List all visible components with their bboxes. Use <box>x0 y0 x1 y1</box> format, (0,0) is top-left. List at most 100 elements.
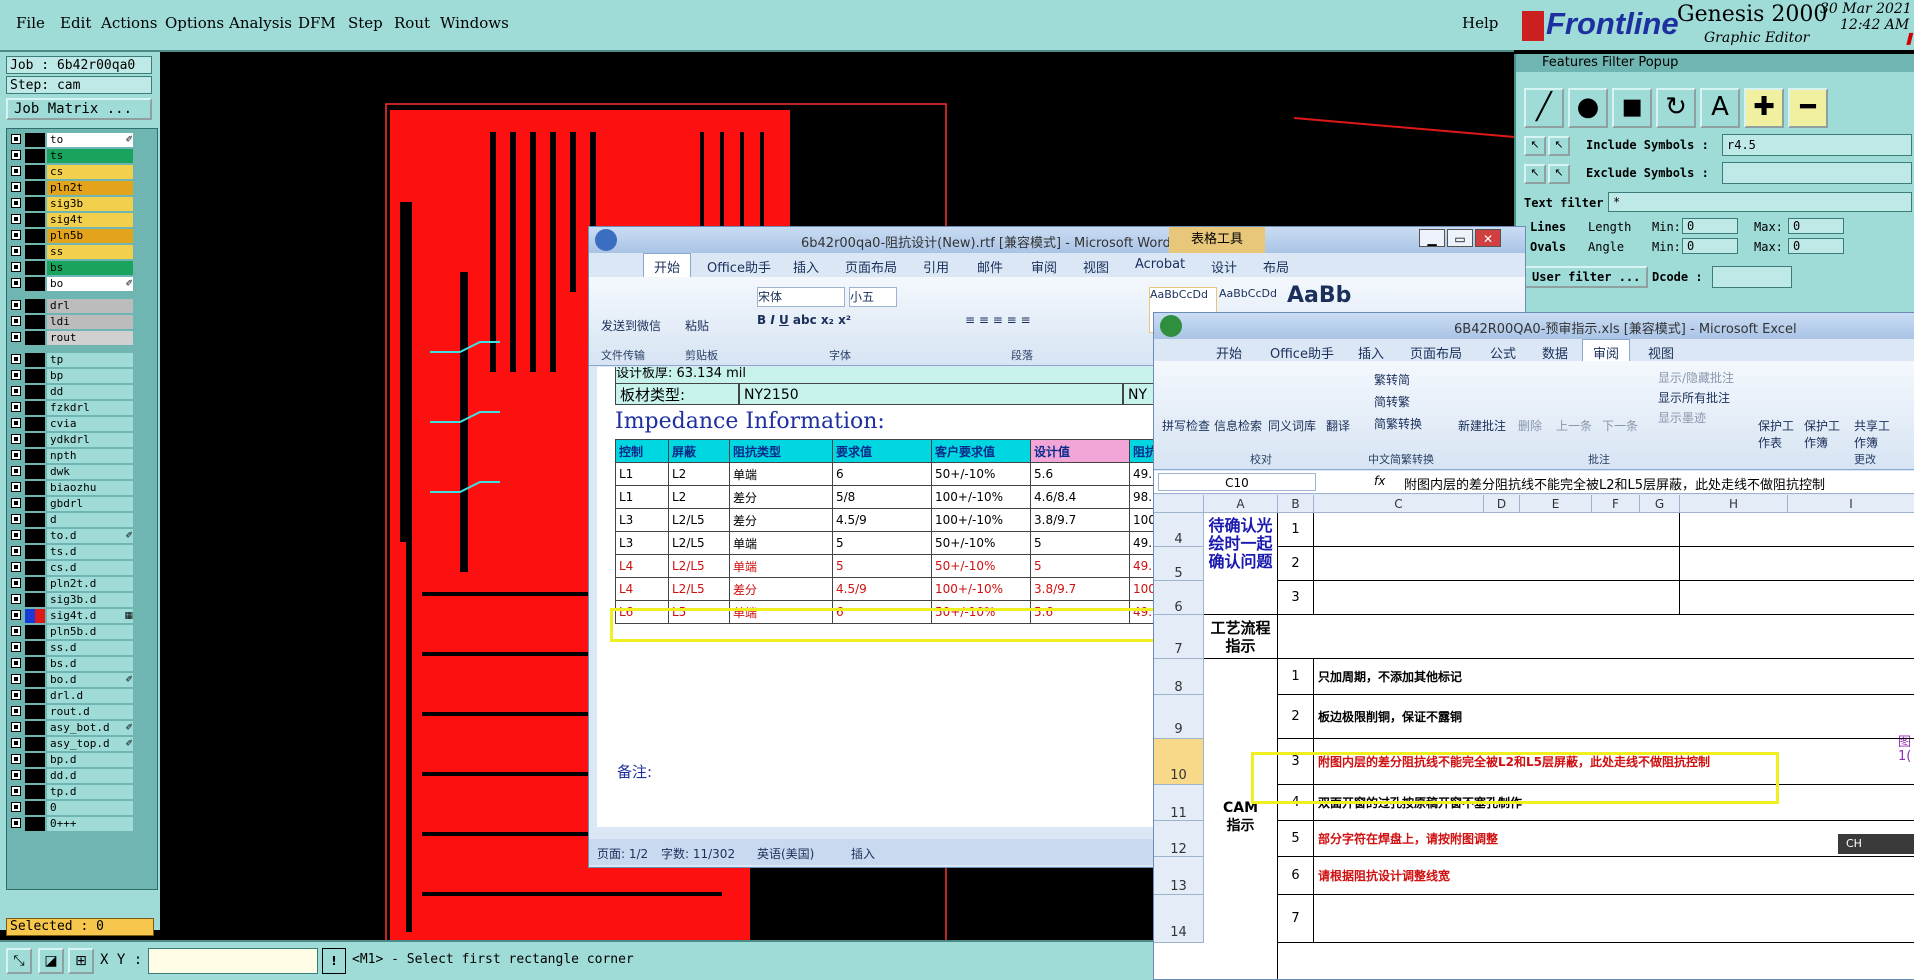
layer-display-slot[interactable] <box>25 465 45 479</box>
layer-checkbox[interactable] <box>11 674 21 684</box>
layer-checkbox[interactable] <box>11 434 21 444</box>
layer-name[interactable]: dd <box>47 385 133 399</box>
layer-display-slot[interactable] <box>25 657 45 671</box>
paragraph-align-buttons[interactable]: ≡ ≡ ≡ ≡ ≡ <box>965 313 1031 327</box>
layer-display-slot[interactable] <box>25 133 45 147</box>
instruction-number[interactable]: 7 <box>1278 895 1314 943</box>
layer-display-slot[interactable] <box>25 401 45 415</box>
ovals-checkbox[interactable]: Ovals <box>1530 240 1566 254</box>
layer-row[interactable]: dwk <box>9 465 153 479</box>
translate-button[interactable]: 翻译 <box>1326 417 1350 434</box>
layer-display-slot[interactable] <box>25 385 45 399</box>
next-comment-button[interactable]: 下一条 <box>1602 417 1638 434</box>
layer-name[interactable]: 0 <box>47 801 133 815</box>
layer-row[interactable]: bp.d <box>9 753 153 767</box>
research-button[interactable]: 信息检索 <box>1214 417 1262 434</box>
layer-display-slot[interactable] <box>25 609 45 623</box>
layer-row[interactable]: dd.d <box>9 769 153 783</box>
tab-insert[interactable]: 插入 <box>793 257 819 276</box>
layer-row[interactable]: pln2t.d <box>9 577 153 591</box>
layer-row[interactable]: pln5b <box>9 229 153 243</box>
table-cell[interactable]: 50+/-10% <box>931 531 1031 555</box>
table-cell[interactable]: 差分 <box>729 577 833 601</box>
layer-name[interactable]: to.d <box>47 529 133 543</box>
layer-checkbox[interactable] <box>11 626 21 636</box>
table-cell[interactable]: L1 <box>615 462 669 486</box>
layer-row[interactable]: bo ✐ <box>9 277 153 291</box>
instruction-text[interactable]: 请根据阻抗设计调整线宽 <box>1314 857 1914 895</box>
new-comment-button[interactable]: 新建批注 <box>1458 417 1506 434</box>
layer-display-slot[interactable] <box>25 433 45 447</box>
layer-checkbox[interactable] <box>11 150 21 160</box>
layer-row[interactable]: ts <box>9 149 153 163</box>
font-name-select[interactable]: 宋体 <box>757 287 845 307</box>
layer-checkbox[interactable] <box>11 770 21 780</box>
table-cell[interactable] <box>1314 547 1680 581</box>
layer-name[interactable]: bs.d <box>47 657 133 671</box>
tab-page-layout[interactable]: 页面布局 <box>1410 343 1462 362</box>
layer-checkbox[interactable] <box>11 278 21 288</box>
layer-checkbox[interactable] <box>11 786 21 796</box>
layer-display-slot[interactable] <box>25 689 45 703</box>
layer-checkbox[interactable] <box>11 706 21 716</box>
delete-comment-button[interactable]: 删除 <box>1518 417 1542 434</box>
show-hide-comment-button[interactable]: 显示/隐藏批注 <box>1658 369 1734 386</box>
layer-name[interactable]: pln2t.d <box>47 577 133 591</box>
layer-display-slot[interactable] <box>25 353 45 367</box>
language[interactable]: 英语(美国) <box>757 845 814 862</box>
table-cell[interactable]: L2/L5 <box>668 531 730 555</box>
font-size-select[interactable]: 小五 <box>849 287 897 307</box>
table-cell[interactable] <box>1680 581 1914 615</box>
length-min-input[interactable]: 0 <box>1682 218 1738 234</box>
layer-checkbox[interactable] <box>11 246 21 256</box>
layer-name[interactable]: ts <box>47 149 133 163</box>
layer-name[interactable]: cs <box>47 165 133 179</box>
col-header-f[interactable]: F <box>1592 495 1640 513</box>
layer-checkbox[interactable] <box>11 214 21 224</box>
layer-row[interactable]: sig4t <box>9 213 153 227</box>
table-cell[interactable]: 100+/-10% <box>931 577 1031 601</box>
layer-row[interactable]: bo.d ✐ <box>9 673 153 687</box>
row-header[interactable]: 5 <box>1154 547 1204 581</box>
layer-row[interactable]: dd <box>9 385 153 399</box>
show-all-comments-button[interactable]: 显示所有批注 <box>1658 389 1730 406</box>
send-to-wechat-button[interactable]: 发送到微信 <box>601 317 661 334</box>
layer-name[interactable]: bo <box>47 277 133 291</box>
tab-formulas[interactable]: 公式 <box>1490 343 1516 362</box>
table-cell[interactable]: 单端 <box>729 554 833 578</box>
layer-name[interactable]: fzkdrl <box>47 401 133 415</box>
layer-name[interactable]: 0+++ <box>47 817 133 831</box>
xy-input[interactable] <box>148 948 318 974</box>
tab-design[interactable]: 设计 <box>1211 257 1237 276</box>
ime-indicator[interactable]: CH <box>1838 834 1914 854</box>
pad-shape-icon[interactable]: ● <box>1568 88 1608 128</box>
thesaurus-button[interactable]: 同义词库 <box>1268 417 1316 434</box>
layer-name[interactable]: ss <box>47 245 133 259</box>
layer-display-slot[interactable] <box>25 801 45 815</box>
layer-checkbox[interactable] <box>11 754 21 764</box>
layer-checkbox[interactable] <box>11 690 21 700</box>
layer-name[interactable]: bp.d <box>47 753 133 767</box>
table-cell[interactable] <box>1680 513 1914 547</box>
dcode-input[interactable] <box>1712 266 1792 288</box>
table-cell[interactable]: L2 <box>668 485 730 509</box>
layer-row[interactable]: npth <box>9 449 153 463</box>
previous-comment-button[interactable]: 上一条 <box>1556 417 1592 434</box>
table-cell[interactable]: 4.5/9 <box>832 508 932 532</box>
table-cell[interactable]: 6 <box>832 462 932 486</box>
layer-name[interactable]: sig3b.d <box>47 593 133 607</box>
layer-row[interactable]: tp <box>9 353 153 367</box>
share-workbook-button[interactable]: 共享工作簿 <box>1854 417 1894 451</box>
layer-row[interactable]: cs.d <box>9 561 153 575</box>
layer-display-slot[interactable] <box>25 769 45 783</box>
layer-name[interactable]: bp <box>47 369 133 383</box>
length-checkbox[interactable]: Length <box>1588 220 1631 234</box>
menu-dfm[interactable]: DFM <box>298 14 336 32</box>
layer-display-slot[interactable] <box>25 261 45 275</box>
show-ink-button[interactable]: 显示墨迹 <box>1658 409 1706 426</box>
row-header[interactable]: 12 <box>1154 821 1204 857</box>
layer-name[interactable]: to <box>47 133 133 147</box>
layer-name[interactable]: biaozhu <box>47 481 133 495</box>
instruction-number[interactable]: 1 <box>1278 659 1314 695</box>
table-cell[interactable] <box>1314 513 1680 547</box>
